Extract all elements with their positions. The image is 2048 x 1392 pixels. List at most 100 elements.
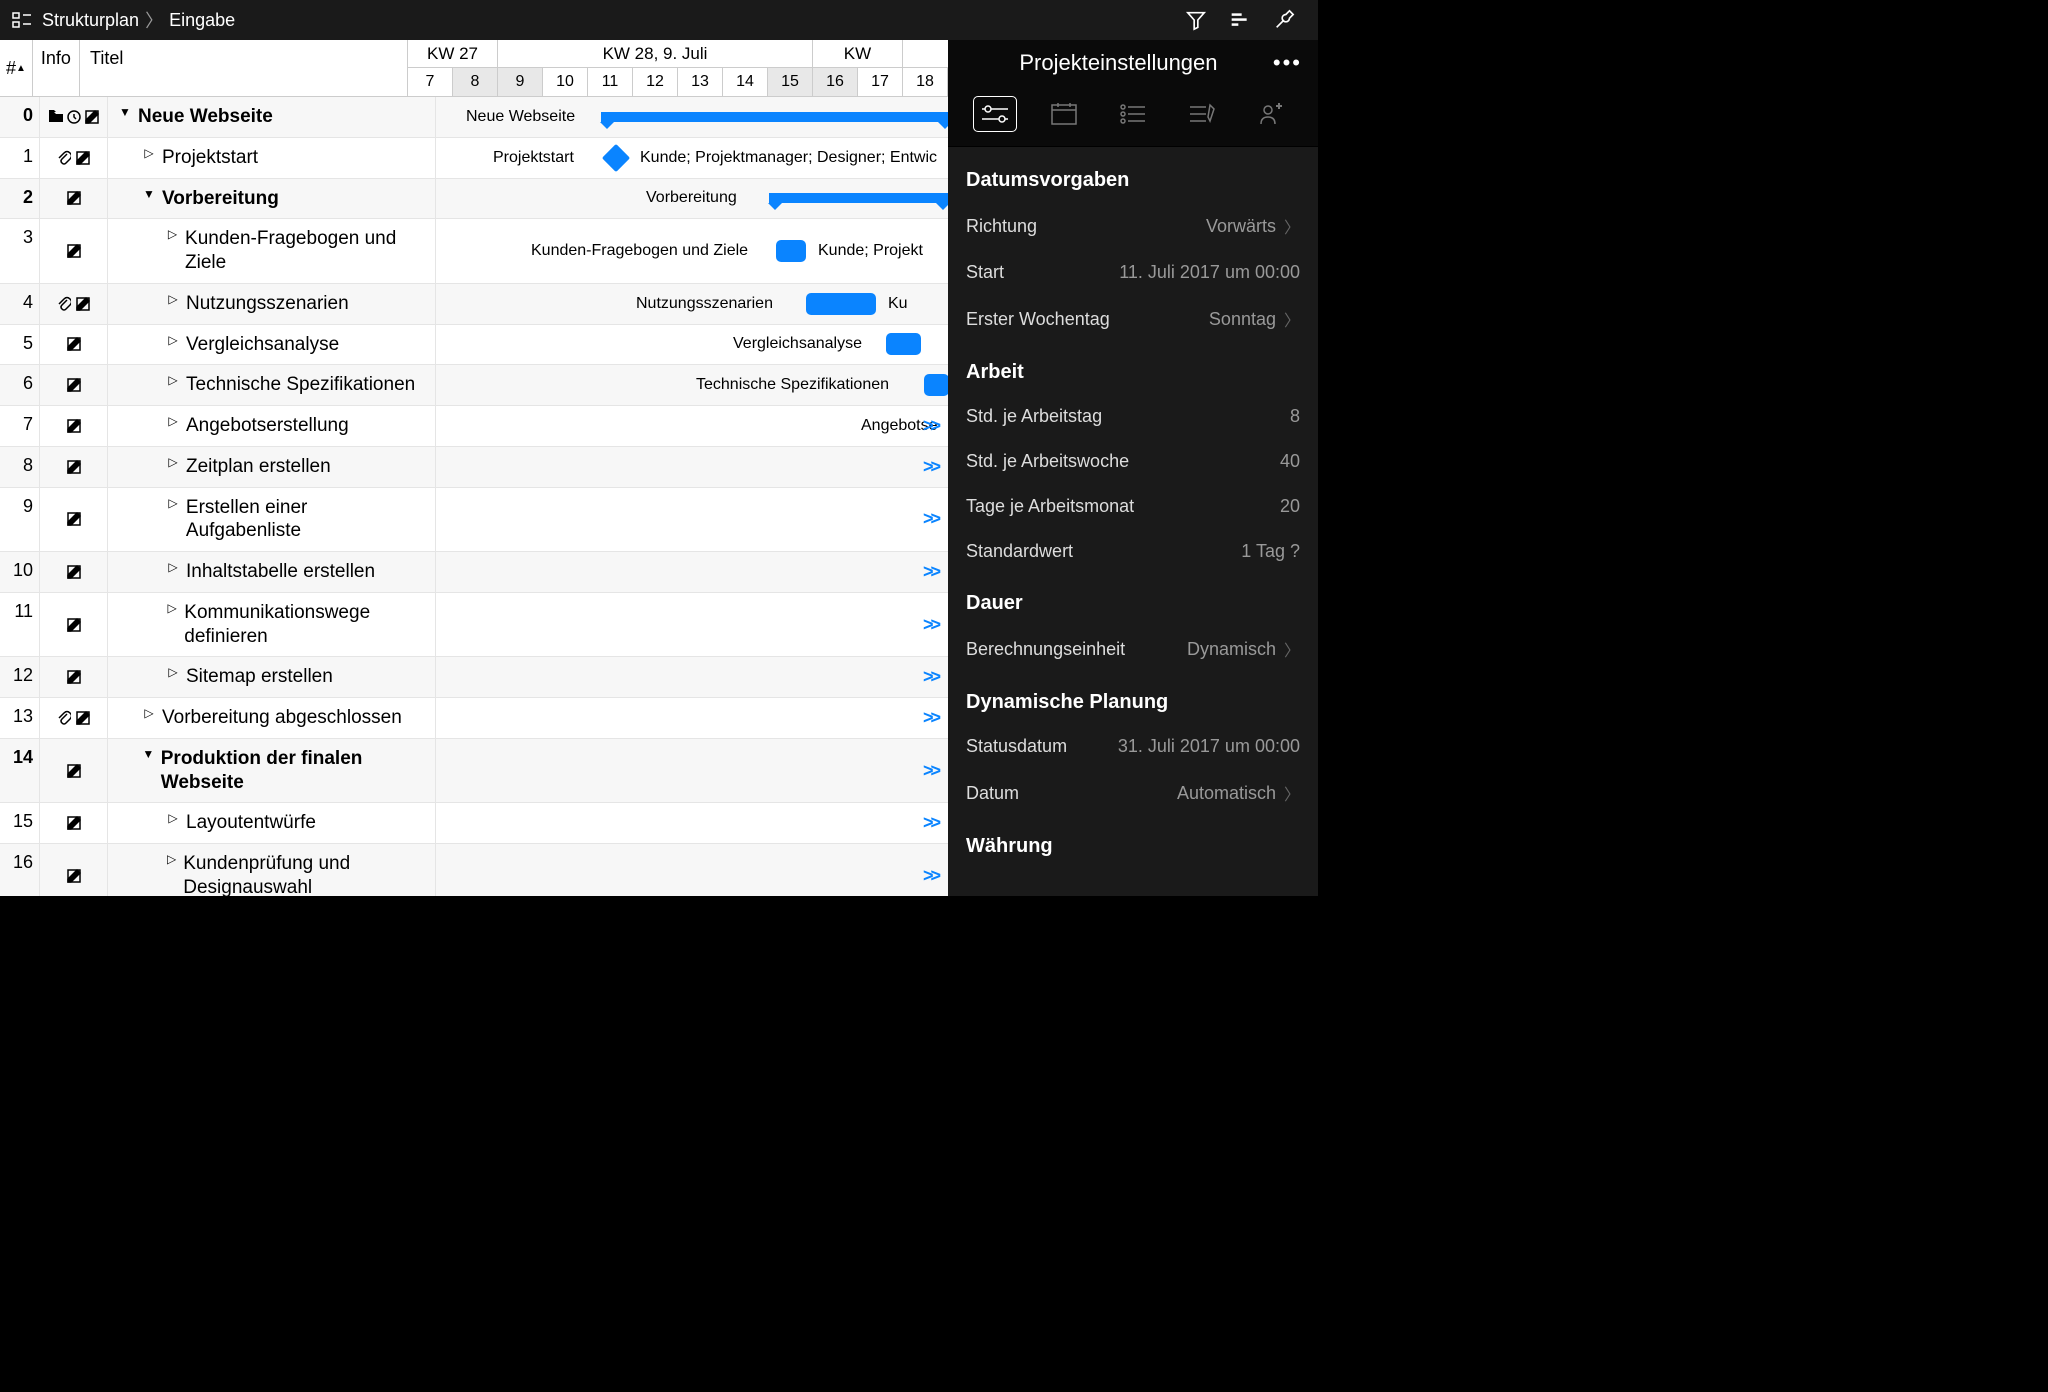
offscreen-arrow-icon[interactable]: >> [923, 813, 938, 834]
task-row[interactable]: 11▷Kommunikationswege definieren>> [0, 593, 948, 658]
filter-icon[interactable] [1184, 8, 1208, 32]
gantt-bar[interactable] [776, 240, 806, 262]
disclosure-icon[interactable]: ▷ [166, 414, 180, 428]
task-title[interactable]: ▼Produktion der finalen Webseite [108, 739, 436, 803]
disclosure-icon[interactable]: ▼ [142, 187, 156, 201]
task-title[interactable]: ▷Angebotserstellung [108, 406, 436, 446]
disclosure-icon[interactable]: ▷ [142, 146, 156, 160]
offscreen-arrow-icon[interactable]: >> [923, 760, 938, 781]
day-header: 12 [633, 68, 678, 96]
task-title[interactable]: ▷Kunden-Fragebogen und Ziele [108, 219, 436, 283]
task-title[interactable]: ▷Kundenprüfung und Designauswahl [108, 844, 436, 896]
disclosure-icon[interactable]: ▼ [118, 105, 132, 119]
setting-start[interactable]: Start11. Juli 2017 um 00:00 [966, 250, 1300, 295]
setting-date[interactable]: DatumAutomatisch〉 [966, 769, 1300, 817]
task-row[interactable]: 10▷Inhaltstabelle erstellen>> [0, 552, 948, 593]
task-title[interactable]: ▷Zeitplan erstellen [108, 447, 436, 487]
disclosure-icon[interactable]: ▼ [142, 747, 155, 761]
breadcrumb-second[interactable]: Eingabe [169, 10, 235, 31]
setting-hours-week[interactable]: Std. je Arbeitswoche40 [966, 439, 1300, 484]
disclosure-icon[interactable]: ▷ [166, 852, 177, 866]
gantt-summary-bar[interactable] [769, 193, 948, 203]
col-header-info[interactable]: Info [33, 40, 80, 96]
offscreen-arrow-icon[interactable]: >> [923, 561, 938, 582]
task-row[interactable]: 5▷VergleichsanalyseVergleichsanalyse [0, 325, 948, 366]
offscreen-arrow-icon[interactable]: >> [923, 865, 938, 886]
setting-weekday[interactable]: Erster WochentagSonntag〉 [966, 295, 1300, 343]
setting-default[interactable]: Standardwert1 Tag ? [966, 529, 1300, 574]
disclosure-icon[interactable]: ▷ [166, 496, 180, 510]
disclosure-icon[interactable]: ▷ [166, 333, 180, 347]
task-title[interactable]: ▷Projektstart [108, 138, 436, 178]
note-icon [84, 109, 100, 125]
offscreen-arrow-icon[interactable]: >> [923, 614, 938, 635]
disclosure-icon[interactable]: ▷ [166, 601, 178, 615]
gantt-bar[interactable] [806, 293, 876, 315]
gantt-milestone[interactable] [602, 143, 630, 171]
tab-calendar[interactable] [1042, 96, 1086, 132]
task-title[interactable]: ▷Sitemap erstellen [108, 657, 436, 697]
task-row[interactable]: 12▷Sitemap erstellen>> [0, 657, 948, 698]
task-row[interactable]: 7▷AngebotserstellungAngebotse>> [0, 406, 948, 447]
offscreen-arrow-icon[interactable]: >> [923, 456, 938, 477]
gantt-summary-bar[interactable] [601, 112, 948, 122]
task-row[interactable]: 14▼Produktion der finalen Webseite>> [0, 739, 948, 804]
gantt-bar[interactable] [924, 374, 948, 396]
task-row[interactable]: 4▷NutzungsszenarienNutzungsszenarienKu [0, 284, 948, 325]
setting-days-month[interactable]: Tage je Arbeitsmonat20 [966, 484, 1300, 529]
task-title[interactable]: ▷Technische Spezifikationen [108, 365, 436, 405]
setting-status-date[interactable]: Statusdatum31. Juli 2017 um 00:00 [966, 724, 1300, 769]
note-icon [66, 617, 82, 633]
col-header-title[interactable]: Titel [80, 40, 408, 96]
setting-direction[interactable]: RichtungVorwärts〉 [966, 202, 1300, 250]
setting-hours-day[interactable]: Std. je Arbeitstag8 [966, 394, 1300, 439]
tab-list[interactable] [1111, 96, 1155, 132]
gantt-bar[interactable] [886, 333, 921, 355]
outline-icon[interactable] [10, 8, 34, 32]
task-row[interactable]: 13▷Vorbereitung abgeschlossen>> [0, 698, 948, 739]
task-title[interactable]: ▷Layoutentwürfe [108, 803, 436, 843]
task-title[interactable]: ▷Erstellen einer Aufgabenliste [108, 488, 436, 552]
gantt-cell: NutzungsszenarienKu [436, 284, 948, 324]
task-number: 0 [0, 97, 40, 137]
task-row[interactable]: 0▼Neue WebseiteNeue Webseite [0, 97, 948, 138]
breadcrumb-first[interactable]: Strukturplan [42, 10, 139, 31]
task-row[interactable]: 1▷ProjektstartProjektstartKunde; Projekt… [0, 138, 948, 179]
offscreen-arrow-icon[interactable]: >> [923, 415, 938, 436]
wrench-icon[interactable] [1272, 8, 1296, 32]
tab-share[interactable] [1249, 96, 1293, 132]
col-header-number[interactable]: #▲ [0, 40, 33, 96]
task-title[interactable]: ▷Nutzungsszenarien [108, 284, 436, 324]
offscreen-arrow-icon[interactable]: >> [923, 707, 938, 728]
disclosure-icon[interactable]: ▷ [166, 665, 180, 679]
task-title[interactable]: ▷Kommunikationswege definieren [108, 593, 436, 657]
task-title[interactable]: ▷Inhaltstabelle erstellen [108, 552, 436, 592]
task-row[interactable]: 2▼VorbereitungVorbereitung [0, 179, 948, 220]
task-row[interactable]: 15▷Layoutentwürfe>> [0, 803, 948, 844]
setting-unit[interactable]: BerechnungseinheitDynamisch〉 [966, 625, 1300, 673]
task-row[interactable]: 8▷Zeitplan erstellen>> [0, 447, 948, 488]
disclosure-icon[interactable]: ▷ [166, 455, 180, 469]
task-title[interactable]: ▼Vorbereitung [108, 179, 436, 219]
gantt-resource-label: Kunde; Projekt [818, 242, 923, 260]
tab-edit[interactable] [1180, 96, 1224, 132]
task-row[interactable]: 6▷Technische SpezifikationenTechnische S… [0, 365, 948, 406]
task-title[interactable]: ▼Neue Webseite [108, 97, 436, 137]
disclosure-icon[interactable]: ▷ [142, 706, 156, 720]
disclosure-icon[interactable]: ▷ [166, 227, 179, 241]
task-row[interactable]: 16▷Kundenprüfung und Designauswahl>> [0, 844, 948, 896]
gantt-icon[interactable] [1228, 8, 1252, 32]
task-row[interactable]: 3▷Kunden-Fragebogen und ZieleKunden-Frag… [0, 219, 948, 284]
offscreen-arrow-icon[interactable]: >> [923, 509, 938, 530]
disclosure-icon[interactable]: ▷ [166, 560, 180, 574]
task-title[interactable]: ▷Vergleichsanalyse [108, 325, 436, 365]
task-title[interactable]: ▷Vorbereitung abgeschlossen [108, 698, 436, 738]
gantt-label: Kunden-Fragebogen und Ziele [531, 242, 748, 260]
disclosure-icon[interactable]: ▷ [166, 811, 180, 825]
tab-general[interactable] [973, 96, 1017, 132]
disclosure-icon[interactable]: ▷ [166, 292, 180, 306]
disclosure-icon[interactable]: ▷ [166, 373, 180, 387]
task-row[interactable]: 9▷Erstellen einer Aufgabenliste>> [0, 488, 948, 553]
more-icon[interactable]: ••• [1273, 50, 1302, 76]
offscreen-arrow-icon[interactable]: >> [923, 667, 938, 688]
